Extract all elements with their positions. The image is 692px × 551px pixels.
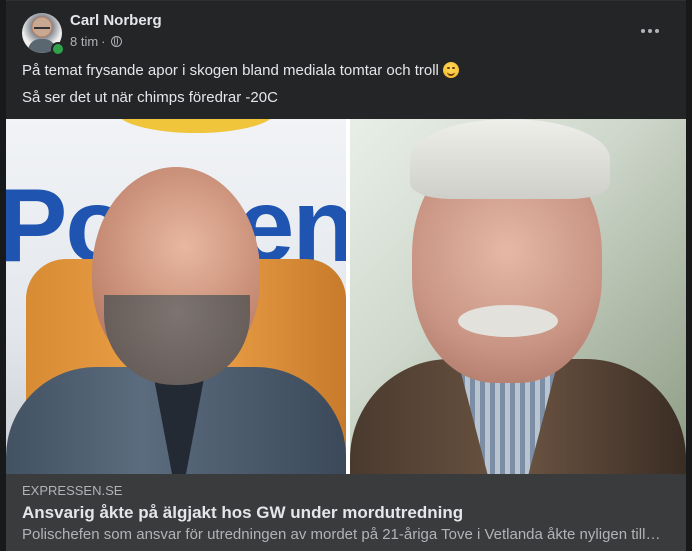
link-domain: EXPRESSEN.SE xyxy=(22,483,123,498)
white-hair xyxy=(410,119,610,199)
dot-icon xyxy=(641,29,645,33)
post-meta: 8 tim · xyxy=(70,34,122,49)
winking-face-icon xyxy=(442,62,459,78)
avatar-glasses xyxy=(34,27,50,33)
link-description: Polischefen som ansvar för utredningen a… xyxy=(22,526,662,543)
online-status-indicator xyxy=(51,42,65,56)
link-preview-card[interactable]: Polisen EXPRESSEN.SE Ansvarig åkte på äl… xyxy=(6,119,686,551)
dot-icon xyxy=(648,29,652,33)
post-text-line-2: Så ser det ut när chimps föredrar -20C xyxy=(22,89,278,106)
photo-right-older-man xyxy=(350,119,686,474)
post-text-line-1: På temat frysande apor i skogen bland me… xyxy=(22,62,439,79)
link-preview-footer[interactable]: EXPRESSEN.SE Ansvarig åkte på älgjakt ho… xyxy=(6,474,686,551)
dot-icon xyxy=(655,29,659,33)
photo-left-police-chief: Polisen xyxy=(6,119,346,474)
author-name[interactable]: Carl Norberg xyxy=(70,12,162,29)
more-options-button[interactable] xyxy=(632,15,668,47)
post-time[interactable]: 8 tim xyxy=(70,34,98,49)
police-emblem-partial xyxy=(116,119,276,133)
link-preview-image[interactable]: Polisen xyxy=(6,119,686,474)
white-mustache xyxy=(458,305,558,337)
meta-separator: · xyxy=(101,34,106,49)
link-title[interactable]: Ansvarig åkte på älgjakt hos GW under mo… xyxy=(22,503,463,523)
post-header: Carl Norberg 8 tim · xyxy=(6,1,686,57)
feed-post: Carl Norberg 8 tim · På temat frysande a… xyxy=(6,0,686,551)
post-text-line: På temat frysande apor i skogen bland me… xyxy=(22,61,672,81)
post-body: På temat frysande apor i skogen bland me… xyxy=(22,61,672,115)
globe-icon[interactable] xyxy=(110,36,122,47)
post-text-line: Så ser det ut när chimps föredrar -20C xyxy=(22,88,672,108)
